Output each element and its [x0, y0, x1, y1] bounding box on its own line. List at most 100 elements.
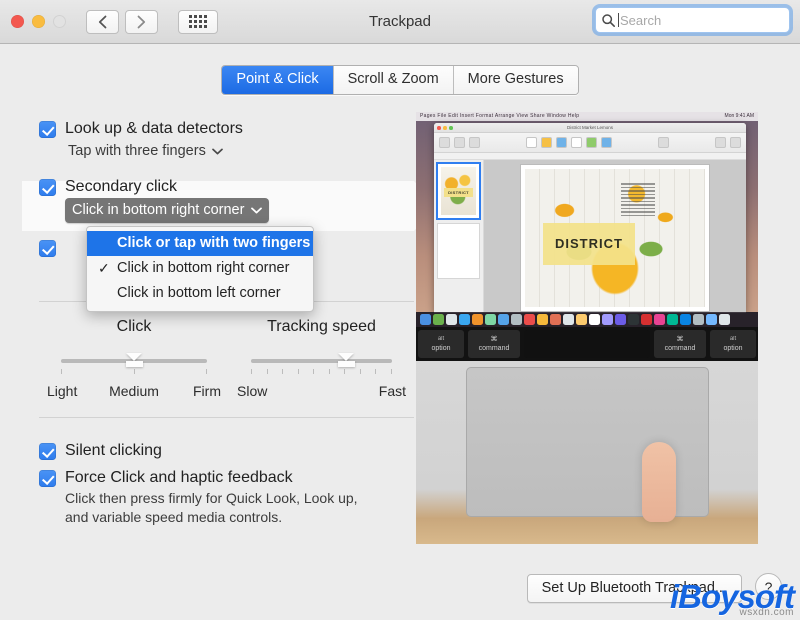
slider-tracking-track	[251, 359, 392, 363]
slider-tracking-label-slow: Slow	[237, 383, 268, 399]
preview-finger	[642, 442, 676, 522]
preview-toolbar-icon	[571, 137, 582, 148]
preview-key-top: alt	[729, 336, 737, 342]
preview-page-caption: DISTRICT	[543, 223, 635, 265]
show-all-button[interactable]	[178, 9, 218, 34]
preview-key-top: ⌘	[490, 336, 498, 343]
preview-desktop-wallpaper: Pages File Edit Insert Format Arrange Vi…	[416, 112, 758, 313]
gesture-preview-video[interactable]: Pages File Edit Insert Format Arrange Vi…	[416, 112, 758, 544]
trackpad-preferences-window: Trackpad Search Point & Click Scroll & Z…	[0, 0, 800, 620]
popup-secondary-click-value: Click in bottom right corner	[72, 202, 245, 218]
checkbox-secondary-click[interactable]	[39, 179, 56, 196]
slider-click-title: Click	[116, 318, 152, 335]
option-force-click-content: Force Click and haptic feedback Click th…	[65, 467, 358, 527]
slider-click-track-wrap[interactable]	[61, 351, 207, 375]
preview-key-command-right: ⌘ command	[654, 330, 706, 358]
chevron-down-icon	[251, 206, 263, 213]
preview-document-page: DISTRICT	[520, 164, 710, 312]
preview-toolbar-icon	[658, 137, 669, 148]
search-icon	[602, 13, 615, 27]
preview-page-thumbnail	[437, 223, 480, 279]
menu-item-bottom-left-label: Click in bottom left corner	[117, 285, 281, 301]
traffic-lights	[11, 15, 66, 28]
preview-key-spacebar	[524, 330, 650, 358]
search-input[interactable]: Search	[595, 7, 790, 33]
grid-icon	[189, 15, 207, 28]
preview-keyboard-row: alt option ⌘ command ⌘ command alt optio…	[416, 327, 758, 361]
preview-key-option-right: alt option	[710, 330, 756, 358]
preview-thumbnail-image	[441, 227, 476, 275]
slider-tracking-label-fast: Fast	[378, 383, 406, 399]
slider-tracking-track-wrap[interactable]	[251, 351, 392, 375]
preview-toolbar-icon	[556, 137, 567, 148]
popup-secondary-click[interactable]: Click in bottom right corner	[65, 198, 270, 223]
popup-look-up-gesture[interactable]: Tap with three fingers	[65, 140, 226, 162]
preview-menubar-apps: Pages File Edit Insert Format Arrange Vi…	[420, 113, 580, 119]
option-force-click-label: Force Click and haptic feedback	[65, 469, 293, 486]
preview-toolbar-icon	[730, 137, 741, 148]
forward-button[interactable]	[125, 9, 158, 34]
close-button[interactable]	[11, 15, 24, 28]
text-caret	[618, 13, 619, 27]
preview-toolbar-icon	[526, 137, 537, 148]
checkbox-tap-to-click[interactable]	[39, 240, 56, 257]
checkbox-look-up[interactable]	[39, 121, 56, 138]
window-titlebar: Trackpad Search	[0, 0, 800, 44]
slider-click-label-medium: Medium	[109, 383, 159, 399]
popup-look-up-value: Tap with three fingers	[68, 143, 206, 159]
preview-trackpad	[466, 367, 709, 522]
preview-text-column	[621, 183, 655, 218]
menu-item-bottom-left[interactable]: Click in bottom left corner	[87, 281, 313, 306]
search-placeholder: Search	[620, 12, 662, 28]
slider-click-labels: Light Medium Firm	[39, 383, 229, 399]
minimize-button[interactable]	[32, 15, 45, 28]
tab-point-and-click[interactable]: Point & Click	[222, 66, 334, 94]
option-force-click: Force Click and haptic feedback Click th…	[39, 467, 414, 527]
preview-document-canvas: DISTRICT	[484, 160, 746, 312]
tab-more-gestures[interactable]: More Gestures	[453, 66, 578, 94]
content-area: Look up & data detectors Tap with three …	[0, 104, 800, 620]
menu-item-two-fingers-label: Click or tap with two fingers	[117, 235, 311, 251]
menu-item-two-fingers[interactable]: Click or tap with two fingers	[87, 231, 313, 256]
navigation-buttons	[86, 9, 158, 34]
preview-key-bottom: command	[664, 345, 696, 352]
slider-tracking-labels: Slow Fast	[229, 383, 414, 399]
preview-ruler	[434, 153, 746, 160]
slider-tracking-thumb[interactable]	[338, 353, 356, 370]
slider-click-label-firm: Firm	[193, 383, 221, 399]
menu-item-bottom-right-label: Click in bottom right corner	[117, 260, 290, 276]
option-silent-clicking-content: Silent clicking	[65, 440, 162, 462]
preview-pages-titlebar: District Market Lemons	[434, 123, 746, 133]
preview-key-bottom: option	[723, 345, 743, 352]
slider-tracking-speed: Tracking speed Slow Fast	[229, 318, 414, 399]
slider-click-thumb[interactable]	[125, 353, 143, 370]
option-secondary-click: Secondary click Click in bottom right co…	[22, 176, 414, 223]
back-arrow-icon	[98, 15, 107, 28]
tab-scroll-and-zoom[interactable]: Scroll & Zoom	[333, 66, 454, 94]
slider-click-label-light: Light	[47, 383, 78, 399]
back-button[interactable]	[86, 9, 119, 34]
preview-dock	[416, 312, 758, 327]
option-silent-clicking: Silent clicking	[39, 440, 414, 462]
option-secondary-click-label: Secondary click	[65, 178, 178, 195]
preview-toolbar-icon	[541, 137, 552, 148]
preview-page-thumbnails: DISTRICT	[434, 160, 484, 312]
zoom-button-disabled	[53, 15, 66, 28]
set-up-bluetooth-trackpad-button[interactable]: Set Up Bluetooth Trackpad...	[526, 574, 742, 603]
search-field-wrapper[interactable]: Search	[595, 7, 790, 33]
preview-toolbar-icon	[601, 137, 612, 148]
checkbox-silent-clicking[interactable]	[39, 443, 56, 460]
help-button[interactable]: ?	[755, 573, 782, 600]
secondary-click-dropdown-menu: Click or tap with two fingers ✓ Click in…	[86, 226, 314, 312]
preview-key-bottom: option	[431, 345, 451, 352]
checkbox-force-click[interactable]	[39, 470, 56, 487]
preview-pages-toolbar	[434, 133, 746, 153]
tab-bar: Point & Click Scroll & Zoom More Gesture…	[0, 44, 800, 95]
preview-menubar-status: Mon 9:41 AM	[724, 113, 754, 119]
slider-click: Click Light Medium Firm	[39, 318, 229, 399]
chevron-down-icon	[211, 148, 223, 154]
tab-group: Point & Click Scroll & Zoom More Gesture…	[221, 65, 579, 95]
settings-column: Look up & data detectors Tap with three …	[22, 104, 436, 527]
menu-item-bottom-right[interactable]: ✓ Click in bottom right corner	[87, 256, 313, 281]
watermark-site: wsxdn.com	[739, 607, 794, 618]
